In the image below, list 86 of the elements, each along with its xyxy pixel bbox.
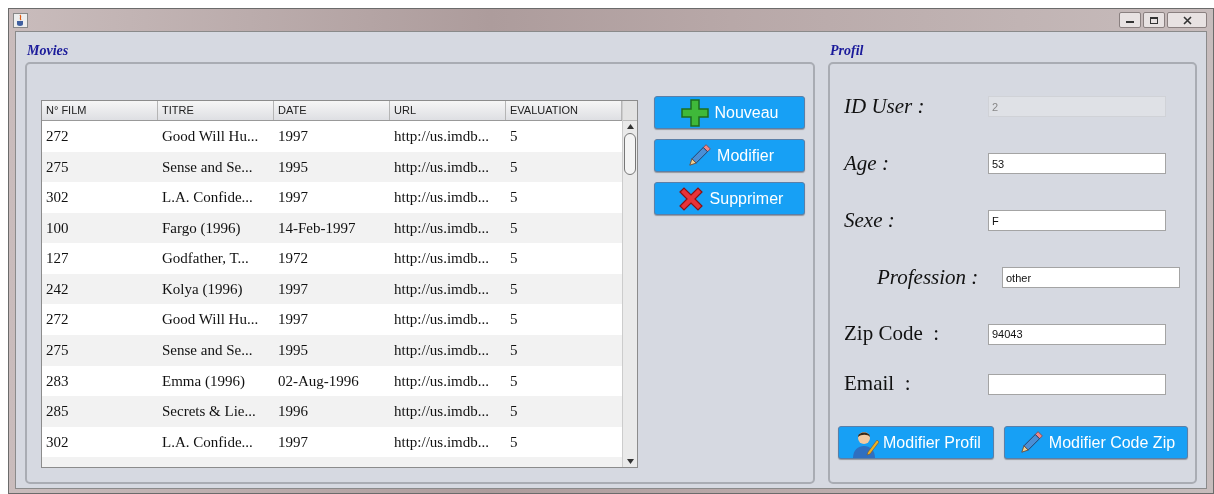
table-cell-text: Godfather, T... xyxy=(161,249,250,269)
scroll-thumb[interactable] xyxy=(624,133,636,175)
table-cell-text: http://us.imdb... xyxy=(393,432,490,452)
table-cell-text: http://us.imdb... xyxy=(393,188,490,208)
table-cell-text: 275 xyxy=(45,157,70,177)
table-cell-text: 1997 xyxy=(277,310,309,330)
field-label: Email : xyxy=(843,370,912,398)
table-cell-text: 127 xyxy=(45,249,70,269)
table-cell-text: 272 xyxy=(45,310,70,330)
table-cell-text: http://us.imdb... xyxy=(393,340,490,360)
text-field[interactable]: 94043 xyxy=(988,323,1166,345)
panel-title: Movies xyxy=(26,42,70,60)
table-row[interactable]: 242 Kolya (1996) 1997 http://us.imdb... 5 xyxy=(42,273,622,305)
table-cell-text: 5 xyxy=(509,279,519,299)
field-label: Age : xyxy=(842,149,890,177)
text-field[interactable]: F xyxy=(988,210,1166,231)
table-cell-text: http://us.imdb... xyxy=(393,371,490,391)
table-cell-text: 5 xyxy=(509,218,519,238)
coffee-cup-icon xyxy=(13,12,28,28)
table-cell-text: 5 xyxy=(509,402,519,422)
column-header[interactable]: N° FILM xyxy=(42,101,158,120)
table-cell-text: 5 xyxy=(509,371,519,391)
table-cell-text: Good Will Hu... xyxy=(161,127,260,147)
table-cell-text: 242 xyxy=(45,279,70,299)
table-cell-text: 1996 xyxy=(277,402,309,422)
table-row[interactable]: 275 Sense and Se... 1995 http://us.imdb... 5 xyxy=(42,151,622,183)
table-cell-text: 1995 xyxy=(277,340,309,360)
table-cell-text: 5 xyxy=(509,188,519,208)
text-field[interactable]: other xyxy=(1002,267,1180,288)
field-label: Zip Code : xyxy=(843,320,941,348)
header-corner xyxy=(623,101,637,121)
panel-title: Profil xyxy=(829,42,865,60)
table-cell-text: L.A. Confide... xyxy=(161,432,254,452)
table-cell-text: 1997 xyxy=(277,432,309,452)
table-cell-text: 14-Feb-1997 xyxy=(277,218,357,238)
text-field[interactable]: 53 xyxy=(988,153,1166,174)
table-cell-text: 5 xyxy=(509,340,519,360)
table-cell-text: http://us.imdb... xyxy=(393,157,490,177)
table-cell-text: Sense and Se... xyxy=(161,340,254,360)
field-label: ID User : xyxy=(843,92,926,120)
field-label: Sexe : xyxy=(843,206,896,234)
table-row[interactable]: 285 Secrets & Lie... 1996 http://us.imdb... 5 xyxy=(42,396,622,427)
close-button[interactable] xyxy=(1167,12,1207,28)
table-cell-text: http://us.imdb... xyxy=(393,279,490,299)
table-cell-text: Secrets & Lie... xyxy=(161,402,257,422)
table-cell-text: 1997 xyxy=(277,188,309,208)
table-cell-text: 302 xyxy=(45,432,70,452)
text-field[interactable] xyxy=(988,373,1166,395)
table-cell-text: 100 xyxy=(45,218,70,238)
scrollbar[interactable] xyxy=(622,101,637,467)
table-cell-text: Good Will Hu... xyxy=(161,310,260,330)
table-cell-text: 1972 xyxy=(277,249,309,269)
table-cell-text: 275 xyxy=(45,340,70,360)
table-cell-text: 1997 xyxy=(277,127,309,147)
table-cell-text: 5 xyxy=(509,432,519,452)
table-cell-text: 283 xyxy=(45,371,70,391)
table-cell-text: 272 xyxy=(45,127,70,147)
table-cell-text: Sense and Se... xyxy=(161,157,254,177)
table-cell-text: 285 xyxy=(45,402,70,422)
table-cell-text: L.A. Confide... xyxy=(161,188,254,208)
table-cell-text: Fargo (1996) xyxy=(161,218,242,238)
table-cell-text: 1995 xyxy=(277,157,309,177)
table-cell-text: 5 xyxy=(509,157,519,177)
table-cell-text: 5 xyxy=(509,127,519,147)
table-cell-text: http://us.imdb... xyxy=(393,310,490,330)
maximize-button[interactable] xyxy=(1143,12,1165,28)
column-header[interactable]: DATE xyxy=(274,101,390,120)
table-cell-text: 1997 xyxy=(277,279,309,299)
table-cell-text: 02-Aug-1996 xyxy=(277,371,360,391)
table-row[interactable]: 275 Sense and Se... 1995 http://us.imdb... 5 xyxy=(42,334,622,366)
column-header[interactable]: TITRE xyxy=(158,101,274,120)
table-row[interactable]: 100 Fargo (1996) 14-Feb-1997 http://us.imdb... 5 xyxy=(42,212,622,244)
close-icon xyxy=(1182,15,1192,25)
table-cell-text: 5 xyxy=(509,249,519,269)
table-cell-text: Emma (1996) xyxy=(161,371,246,391)
table-cell-text: http://us.imdb... xyxy=(393,249,490,269)
table-cell-text: Kolya (1996) xyxy=(161,279,244,299)
table-cell-text: http://us.imdb... xyxy=(393,218,490,238)
table-cell-text: http://us.imdb... xyxy=(393,127,490,147)
column-header[interactable]: URL xyxy=(390,101,506,120)
table-cell-text: http://us.imdb... xyxy=(393,402,490,422)
plus-icon xyxy=(680,97,711,128)
minimize-button[interactable] xyxy=(1119,12,1141,28)
table-cell-text: 302 xyxy=(45,188,70,208)
field-label: Profession : xyxy=(876,263,980,291)
table-cell-text: 5 xyxy=(509,310,519,330)
